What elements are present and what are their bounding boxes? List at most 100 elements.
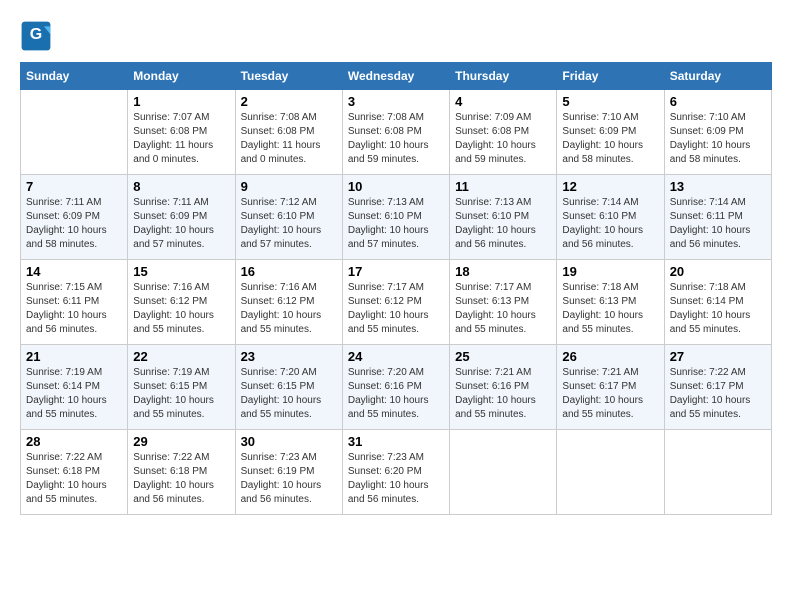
day-number: 31 [348, 434, 444, 449]
day-number: 25 [455, 349, 551, 364]
calendar-cell: 23 Sunrise: 7:20 AM Sunset: 6:15 PM Dayli… [235, 345, 342, 430]
header-wednesday: Wednesday [342, 63, 449, 90]
day-number: 21 [26, 349, 122, 364]
day-info: Sunrise: 7:08 AM Sunset: 6:08 PM Dayligh… [348, 111, 444, 167]
day-number: 30 [241, 434, 337, 449]
day-info: Sunrise: 7:10 AM Sunset: 6:09 PM Dayligh… [670, 111, 766, 167]
day-info: Sunrise: 7:18 AM Sunset: 6:14 PM Dayligh… [670, 281, 766, 337]
day-info: Sunrise: 7:19 AM Sunset: 6:14 PM Dayligh… [26, 366, 122, 422]
calendar-cell: 28Sunrise: 7:22 AM Sunset: 6:18 PM Dayli… [21, 430, 128, 515]
day-info: Sunrise: 7:18 AM Sunset: 6:13 PM Dayligh… [562, 281, 658, 337]
header-friday: Friday [557, 63, 664, 90]
day-number: 5 [562, 94, 658, 109]
calendar-cell: 2 Sunrise: 7:08 AM Sunset: 6:08 PM Daylig… [235, 90, 342, 175]
day-info: Sunrise: 7:16 AM Sunset: 6:12 PM Dayligh… [133, 281, 229, 337]
day-number: 22 [133, 349, 229, 364]
calendar-cell: 24Sunrise: 7:20 AM Sunset: 6:16 PM Dayli… [342, 345, 449, 430]
calendar-cell: 9 Sunrise: 7:12 AM Sunset: 6:10 PM Daylig… [235, 175, 342, 260]
day-number: 10 [348, 179, 444, 194]
logo-icon: G [20, 20, 52, 52]
calendar-cell: 3 Sunrise: 7:08 AM Sunset: 6:08 PM Daylig… [342, 90, 449, 175]
day-number: 9 [241, 179, 337, 194]
day-number: 14 [26, 264, 122, 279]
day-info: Sunrise: 7:17 AM Sunset: 6:13 PM Dayligh… [455, 281, 551, 337]
day-number: 1 [133, 94, 229, 109]
calendar-cell: 20 Sunrise: 7:18 AM Sunset: 6:14 PM Dayli… [664, 260, 771, 345]
calendar-cell: 14 Sunrise: 7:15 AM Sunset: 6:11 PM Dayli… [21, 260, 128, 345]
day-number: 2 [241, 94, 337, 109]
week-row-1: 1 Sunrise: 7:07 AM Sunset: 6:08 PM Daylig… [21, 90, 772, 175]
day-info: Sunrise: 7:14 AM Sunset: 6:11 PM Dayligh… [670, 196, 766, 252]
calendar-cell [557, 430, 664, 515]
day-info: Sunrise: 7:14 AM Sunset: 6:10 PM Dayligh… [562, 196, 658, 252]
calendar-cell: 21 Sunrise: 7:19 AM Sunset: 6:14 PM Dayli… [21, 345, 128, 430]
header-monday: Monday [128, 63, 235, 90]
calendar-cell: 17Sunrise: 7:17 AM Sunset: 6:12 PM Dayli… [342, 260, 449, 345]
day-number: 6 [670, 94, 766, 109]
day-info: Sunrise: 7:20 AM Sunset: 6:15 PM Dayligh… [241, 366, 337, 422]
calendar-cell: 5 Sunrise: 7:10 AM Sunset: 6:09 PM Daylig… [557, 90, 664, 175]
day-number: 26 [562, 349, 658, 364]
day-info: Sunrise: 7:23 AM Sunset: 6:19 PM Dayligh… [241, 451, 337, 507]
week-row-4: 21 Sunrise: 7:19 AM Sunset: 6:14 PM Dayli… [21, 345, 772, 430]
day-number: 27 [670, 349, 766, 364]
calendar-cell: 10 Sunrise: 7:13 AM Sunset: 6:10 PM Dayli… [342, 175, 449, 260]
day-info: Sunrise: 7:16 AM Sunset: 6:12 PM Dayligh… [241, 281, 337, 337]
day-info: Sunrise: 7:22 AM Sunset: 6:18 PM Dayligh… [133, 451, 229, 507]
day-info: Sunrise: 7:21 AM Sunset: 6:16 PM Dayligh… [455, 366, 551, 422]
calendar-cell: 19Sunrise: 7:18 AM Sunset: 6:13 PM Dayli… [557, 260, 664, 345]
calendar-cell [450, 430, 557, 515]
header-tuesday: Tuesday [235, 63, 342, 90]
calendar-cell: 30 Sunrise: 7:23 AM Sunset: 6:19 PM Dayli… [235, 430, 342, 515]
day-info: Sunrise: 7:08 AM Sunset: 6:08 PM Dayligh… [241, 111, 337, 167]
day-info: Sunrise: 7:22 AM Sunset: 6:17 PM Dayligh… [670, 366, 766, 422]
day-number: 20 [670, 264, 766, 279]
day-info: Sunrise: 7:17 AM Sunset: 6:12 PM Dayligh… [348, 281, 444, 337]
day-info: Sunrise: 7:12 AM Sunset: 6:10 PM Dayligh… [241, 196, 337, 252]
day-info: Sunrise: 7:07 AM Sunset: 6:08 PM Dayligh… [133, 111, 229, 167]
calendar-cell: 8 Sunrise: 7:11 AM Sunset: 6:09 PM Daylig… [128, 175, 235, 260]
svg-text:G: G [30, 26, 42, 43]
day-info: Sunrise: 7:10 AM Sunset: 6:09 PM Dayligh… [562, 111, 658, 167]
calendar-cell: 18 Sunrise: 7:17 AM Sunset: 6:13 PM Dayli… [450, 260, 557, 345]
calendar-cell: 22 Sunrise: 7:19 AM Sunset: 6:15 PM Dayli… [128, 345, 235, 430]
calendar-cell: 6 Sunrise: 7:10 AM Sunset: 6:09 PM Daylig… [664, 90, 771, 175]
calendar-cell: 16 Sunrise: 7:16 AM Sunset: 6:12 PM Dayli… [235, 260, 342, 345]
day-number: 18 [455, 264, 551, 279]
day-info: Sunrise: 7:15 AM Sunset: 6:11 PM Dayligh… [26, 281, 122, 337]
day-number: 8 [133, 179, 229, 194]
calendar-cell [21, 90, 128, 175]
calendar-cell: 15Sunrise: 7:16 AM Sunset: 6:12 PM Dayli… [128, 260, 235, 345]
day-info: Sunrise: 7:13 AM Sunset: 6:10 PM Dayligh… [348, 196, 444, 252]
day-number: 24 [348, 349, 444, 364]
day-info: Sunrise: 7:22 AM Sunset: 6:18 PM Dayligh… [26, 451, 122, 507]
calendar-cell: 27 Sunrise: 7:22 AM Sunset: 6:17 PM Dayli… [664, 345, 771, 430]
day-number: 3 [348, 94, 444, 109]
day-number: 23 [241, 349, 337, 364]
calendar-cell: 11 Sunrise: 7:13 AM Sunset: 6:10 PM Dayli… [450, 175, 557, 260]
calendar-cell: 25 Sunrise: 7:21 AM Sunset: 6:16 PM Dayli… [450, 345, 557, 430]
day-number: 11 [455, 179, 551, 194]
week-row-5: 28Sunrise: 7:22 AM Sunset: 6:18 PM Dayli… [21, 430, 772, 515]
day-number: 7 [26, 179, 122, 194]
day-number: 13 [670, 179, 766, 194]
logo: G [20, 20, 56, 52]
day-number: 12 [562, 179, 658, 194]
day-number: 16 [241, 264, 337, 279]
header-sunday: Sunday [21, 63, 128, 90]
page-header: G [20, 20, 772, 52]
day-info: Sunrise: 7:11 AM Sunset: 6:09 PM Dayligh… [133, 196, 229, 252]
calendar-cell: 1 Sunrise: 7:07 AM Sunset: 6:08 PM Daylig… [128, 90, 235, 175]
header-saturday: Saturday [664, 63, 771, 90]
calendar-cell: 26 Sunrise: 7:21 AM Sunset: 6:17 PM Dayli… [557, 345, 664, 430]
calendar-table: SundayMondayTuesdayWednesdayThursdayFrid… [20, 62, 772, 515]
calendar-cell: 12 Sunrise: 7:14 AM Sunset: 6:10 PM Dayli… [557, 175, 664, 260]
day-info: Sunrise: 7:23 AM Sunset: 6:20 PM Dayligh… [348, 451, 444, 507]
header-thursday: Thursday [450, 63, 557, 90]
day-info: Sunrise: 7:13 AM Sunset: 6:10 PM Dayligh… [455, 196, 551, 252]
calendar-cell: 13 Sunrise: 7:14 AM Sunset: 6:11 PM Dayli… [664, 175, 771, 260]
day-info: Sunrise: 7:21 AM Sunset: 6:17 PM Dayligh… [562, 366, 658, 422]
day-info: Sunrise: 7:19 AM Sunset: 6:15 PM Dayligh… [133, 366, 229, 422]
calendar-cell: 29Sunrise: 7:22 AM Sunset: 6:18 PM Dayli… [128, 430, 235, 515]
calendar-header-row: SundayMondayTuesdayWednesdayThursdayFrid… [21, 63, 772, 90]
